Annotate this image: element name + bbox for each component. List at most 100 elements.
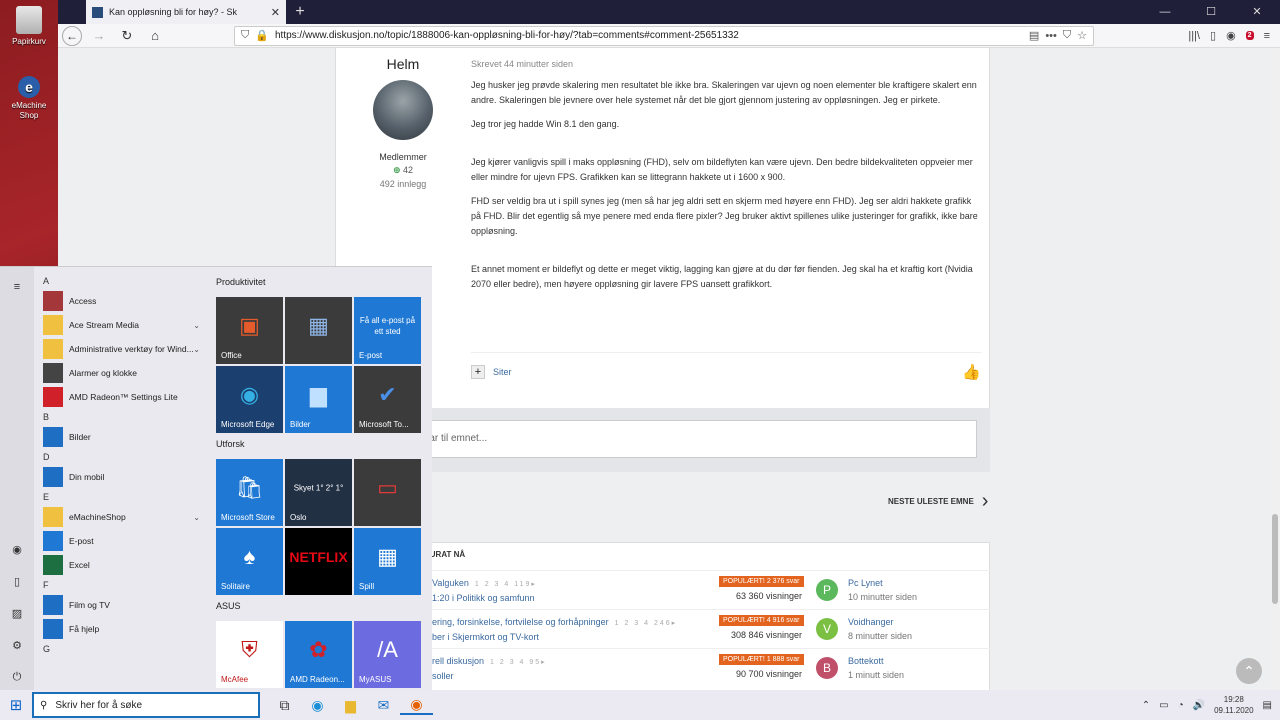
new-tab-button[interactable]: + <box>286 0 314 24</box>
author-avatar[interactable] <box>373 80 433 140</box>
edge-taskbar-icon[interactable]: ◉ <box>301 697 334 714</box>
bookmark-star-icon[interactable]: ☆ <box>1077 29 1087 42</box>
windows-start-icon[interactable]: ⊞ <box>0 690 32 720</box>
lock-icon[interactable]: 🔒 <box>255 29 269 42</box>
topic-subline[interactable]: ber i Skjermkort og TV-kort <box>432 632 539 642</box>
taskbar-search[interactable]: ⚲ Skriv her for å søke <box>32 692 260 718</box>
author-name[interactable]: Helm <box>336 56 470 72</box>
task-view-icon[interactable]: ⧉ <box>268 697 301 714</box>
user-account-icon[interactable]: ◉ <box>9 543 25 559</box>
page-scrollbar[interactable] <box>1270 48 1280 690</box>
adblock-icon[interactable]: 2 <box>1245 31 1254 40</box>
start-app-item[interactable]: Access <box>36 289 206 313</box>
app-list-letter-header[interactable]: D <box>36 449 206 465</box>
start-tile[interactable]: NETFLIX <box>285 528 352 595</box>
battery-icon[interactable]: ▭ <box>1159 700 1168 711</box>
home-button[interactable]: ⌂ <box>144 26 166 46</box>
topic-pagination[interactable]: 1 2 3 4 119▸ <box>475 581 537 588</box>
user-avatar[interactable]: P <box>816 579 838 601</box>
pocket-icon[interactable]: ⛉ <box>1063 29 1071 42</box>
mail-taskbar-icon[interactable]: ✉ <box>367 697 400 714</box>
start-app-item[interactable]: Få hjelp <box>36 617 206 641</box>
close-tab-icon[interactable]: ✕ <box>271 6 280 19</box>
start-app-item[interactable]: Excel <box>36 553 206 577</box>
library-icon[interactable]: |||\ <box>1188 30 1200 42</box>
start-app-item[interactable]: Administrative verktøy for Wind... ⌄ <box>36 337 206 361</box>
minimize-button[interactable]: — <box>1142 0 1188 24</box>
shield-icon[interactable]: ⛉ <box>241 29 249 42</box>
scrollbar-thumb[interactable] <box>1272 514 1278 604</box>
reader-view-icon[interactable]: ▤ <box>1029 29 1039 42</box>
like-thumb-icon[interactable]: 👍 <box>962 363 981 381</box>
topic-subline[interactable]: soller <box>432 671 454 681</box>
documents-icon[interactable]: ▯ <box>9 575 25 591</box>
quote-link[interactable]: Siter <box>493 367 512 377</box>
start-tile[interactable]: ▦ <box>285 297 352 364</box>
start-app-item[interactable]: Ace Stream Media ⌄ <box>36 313 206 337</box>
start-app-item[interactable]: Film og TV <box>36 593 206 617</box>
start-tile[interactable]: ⛨ McAfee <box>216 621 283 688</box>
topic-subline[interactable]: 1:20 i Politikk og samfunn <box>432 593 535 603</box>
settings-gear-icon[interactable]: ⚙ <box>9 639 25 655</box>
next-unread-topic-link[interactable]: NESTE ULESTE EMNE › <box>888 491 988 511</box>
user-avatar[interactable]: B <box>816 657 838 679</box>
topic-pagination[interactable]: 1 2 3 4 246▸ <box>615 620 678 627</box>
start-tile[interactable]: 🛍 Microsoft Store <box>216 459 283 526</box>
recycle-bin-shortcut[interactable]: Papirkurv <box>4 6 54 47</box>
app-list-letter-header[interactable]: A <box>36 273 206 289</box>
network-icon[interactable]: ◔ <box>1178 700 1184 711</box>
start-tile[interactable]: Skyet 1° 2° 1° Oslo <box>285 459 352 526</box>
close-window-button[interactable]: ✕ <box>1234 0 1280 24</box>
app-list-letter-header[interactable]: B <box>36 409 206 425</box>
topic-title[interactable]: ering, forsinkelse, fortvilelse og forhå… <box>432 617 677 627</box>
emachineshop-shortcut[interactable]: e eMachine Shop <box>4 76 54 121</box>
reload-button[interactable]: ↻ <box>116 26 138 46</box>
volume-icon[interactable]: 🔊 <box>1193 700 1205 711</box>
tile-group-title[interactable]: ASUS <box>216 601 426 615</box>
start-tile[interactable]: /A MyASUS <box>354 621 421 688</box>
start-app-item[interactable]: Alarmer og klokke <box>36 361 206 385</box>
start-tile[interactable]: ✿ AMD Radeon... <box>285 621 352 688</box>
page-actions-icon[interactable]: ••• <box>1045 30 1057 42</box>
last-poster[interactable]: Pc Lynet <box>848 578 883 588</box>
last-poster[interactable]: Bottekott <box>848 656 884 666</box>
app-list-letter-header[interactable]: G <box>36 641 206 657</box>
sidebar-icon[interactable]: ▯ <box>1210 29 1216 42</box>
start-tile[interactable]: ✔ Microsoft To... <box>354 366 421 433</box>
power-icon[interactable]: ⏻ <box>9 671 25 687</box>
start-tile[interactable]: Få all e-post på ett sted E-post <box>354 297 421 364</box>
forward-button[interactable]: → <box>88 26 110 46</box>
menu-icon[interactable]: ≡ <box>1264 30 1270 42</box>
app-list-letter-header[interactable]: E <box>36 489 206 505</box>
reply-input[interactable]: riv svar til emnet... <box>395 420 977 458</box>
tile-group-title[interactable]: Produktivitet <box>216 277 426 291</box>
multiquote-button[interactable]: + <box>471 365 485 379</box>
chevron-up-icon[interactable]: ⌃ <box>1142 700 1150 711</box>
topic-pagination[interactable]: 1 2 3 4 95▸ <box>490 659 547 666</box>
scroll-to-top-button[interactable]: ⌃ <box>1236 658 1262 684</box>
start-tile[interactable]: ▦ Spill <box>354 528 421 595</box>
start-app-item[interactable]: Bilder <box>36 425 206 449</box>
tab-active[interactable]: Kan oppløsning bli for høy? - Sk ✕ <box>86 0 286 24</box>
firefox-taskbar-icon[interactable]: ◉ <box>400 696 433 715</box>
pictures-icon[interactable]: ▨ <box>9 607 25 623</box>
address-bar[interactable]: ⛉ 🔒 https://www.diskusjon.no/topic/18880… <box>234 25 1094 46</box>
start-app-item[interactable]: eMachineShop ⌄ <box>36 505 206 529</box>
notification-icon[interactable]: ▤ <box>1263 700 1272 711</box>
account-icon[interactable]: ◉ <box>1226 29 1236 42</box>
start-app-item[interactable]: E-post <box>36 529 206 553</box>
start-tile[interactable]: ▣ Office <box>216 297 283 364</box>
maximize-button[interactable]: ☐ <box>1188 0 1234 24</box>
topic-title[interactable]: rell diskusjon 1 2 3 4 95▸ <box>432 656 547 666</box>
start-app-item[interactable]: Din mobil <box>36 465 206 489</box>
user-avatar[interactable]: V <box>816 618 838 640</box>
start-tile[interactable]: ▆ Bilder <box>285 366 352 433</box>
tile-group-title[interactable]: Utforsk <box>216 439 426 453</box>
file-explorer-icon[interactable]: ▆ <box>334 697 367 714</box>
back-button[interactable]: ← <box>62 25 82 46</box>
start-app-item[interactable]: AMD Radeon™ Settings Lite <box>36 385 206 409</box>
app-list-letter-header[interactable]: F <box>36 577 206 593</box>
clock[interactable]: 19:28 09.11.2020 <box>1214 694 1253 716</box>
topic-title[interactable]: Valguken 1 2 3 4 119▸ <box>432 578 537 588</box>
start-tile[interactable]: ◉ Microsoft Edge <box>216 366 283 433</box>
